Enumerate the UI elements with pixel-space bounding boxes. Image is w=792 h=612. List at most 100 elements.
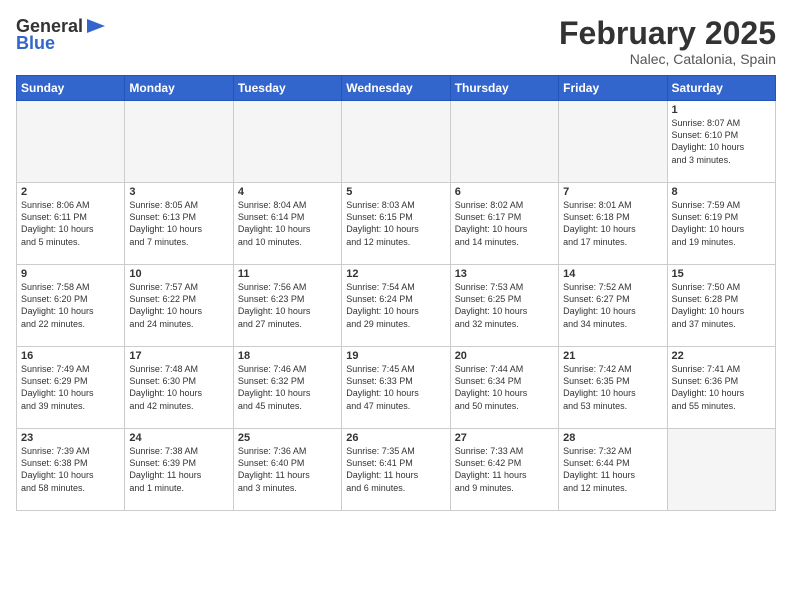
day-info: Sunrise: 7:57 AM Sunset: 6:22 PM Dayligh… [129,281,228,330]
calendar-day-cell: 9Sunrise: 7:58 AM Sunset: 6:20 PM Daylig… [17,265,125,347]
day-number: 1 [672,104,771,116]
day-number: 10 [129,268,228,280]
day-number: 23 [21,432,120,444]
calendar-day-cell: 26Sunrise: 7:35 AM Sunset: 6:41 PM Dayli… [342,429,450,511]
calendar-day-cell: 5Sunrise: 8:03 AM Sunset: 6:15 PM Daylig… [342,183,450,265]
day-info: Sunrise: 7:42 AM Sunset: 6:35 PM Dayligh… [563,363,662,412]
calendar-day-cell: 24Sunrise: 7:38 AM Sunset: 6:39 PM Dayli… [125,429,233,511]
day-number: 15 [672,268,771,280]
calendar-day-cell: 27Sunrise: 7:33 AM Sunset: 6:42 PM Dayli… [450,429,558,511]
day-info: Sunrise: 7:44 AM Sunset: 6:34 PM Dayligh… [455,363,554,412]
calendar-day-cell [450,101,558,183]
day-info: Sunrise: 7:35 AM Sunset: 6:41 PM Dayligh… [346,445,445,494]
day-info: Sunrise: 7:49 AM Sunset: 6:29 PM Dayligh… [21,363,120,412]
col-friday: Friday [559,76,667,101]
calendar-day-cell: 17Sunrise: 7:48 AM Sunset: 6:30 PM Dayli… [125,347,233,429]
calendar-week-row: 23Sunrise: 7:39 AM Sunset: 6:38 PM Dayli… [17,429,776,511]
day-number: 24 [129,432,228,444]
calendar-day-cell: 12Sunrise: 7:54 AM Sunset: 6:24 PM Dayli… [342,265,450,347]
day-info: Sunrise: 7:53 AM Sunset: 6:25 PM Dayligh… [455,281,554,330]
day-info: Sunrise: 8:06 AM Sunset: 6:11 PM Dayligh… [21,199,120,248]
calendar-day-cell: 15Sunrise: 7:50 AM Sunset: 6:28 PM Dayli… [667,265,775,347]
day-info: Sunrise: 7:33 AM Sunset: 6:42 PM Dayligh… [455,445,554,494]
day-info: Sunrise: 7:38 AM Sunset: 6:39 PM Dayligh… [129,445,228,494]
day-info: Sunrise: 7:52 AM Sunset: 6:27 PM Dayligh… [563,281,662,330]
day-info: Sunrise: 7:36 AM Sunset: 6:40 PM Dayligh… [238,445,337,494]
calendar-day-cell [17,101,125,183]
day-info: Sunrise: 8:07 AM Sunset: 6:10 PM Dayligh… [672,117,771,166]
day-number: 4 [238,186,337,198]
calendar-day-cell: 19Sunrise: 7:45 AM Sunset: 6:33 PM Dayli… [342,347,450,429]
day-info: Sunrise: 8:02 AM Sunset: 6:17 PM Dayligh… [455,199,554,248]
day-number: 21 [563,350,662,362]
day-number: 27 [455,432,554,444]
day-number: 11 [238,268,337,280]
col-tuesday: Tuesday [233,76,341,101]
day-number: 18 [238,350,337,362]
calendar-day-cell: 20Sunrise: 7:44 AM Sunset: 6:34 PM Dayli… [450,347,558,429]
calendar-day-cell: 4Sunrise: 8:04 AM Sunset: 6:14 PM Daylig… [233,183,341,265]
month-title: February 2025 [559,16,776,51]
day-number: 7 [563,186,662,198]
day-number: 26 [346,432,445,444]
calendar-day-cell: 16Sunrise: 7:49 AM Sunset: 6:29 PM Dayli… [17,347,125,429]
day-info: Sunrise: 7:56 AM Sunset: 6:23 PM Dayligh… [238,281,337,330]
page: General Blue February 2025 Nalec, Catalo… [0,0,792,612]
calendar-day-cell: 7Sunrise: 8:01 AM Sunset: 6:18 PM Daylig… [559,183,667,265]
calendar-day-cell: 3Sunrise: 8:05 AM Sunset: 6:13 PM Daylig… [125,183,233,265]
day-info: Sunrise: 7:39 AM Sunset: 6:38 PM Dayligh… [21,445,120,494]
calendar-day-cell [667,429,775,511]
col-sunday: Sunday [17,76,125,101]
calendar-day-cell: 25Sunrise: 7:36 AM Sunset: 6:40 PM Dayli… [233,429,341,511]
col-thursday: Thursday [450,76,558,101]
day-number: 6 [455,186,554,198]
calendar-day-cell: 21Sunrise: 7:42 AM Sunset: 6:35 PM Dayli… [559,347,667,429]
day-info: Sunrise: 7:58 AM Sunset: 6:20 PM Dayligh… [21,281,120,330]
header: General Blue February 2025 Nalec, Catalo… [16,16,776,67]
calendar-day-cell [559,101,667,183]
day-info: Sunrise: 7:50 AM Sunset: 6:28 PM Dayligh… [672,281,771,330]
day-number: 20 [455,350,554,362]
calendar-day-cell: 18Sunrise: 7:46 AM Sunset: 6:32 PM Dayli… [233,347,341,429]
calendar-day-cell: 2Sunrise: 8:06 AM Sunset: 6:11 PM Daylig… [17,183,125,265]
col-saturday: Saturday [667,76,775,101]
calendar-week-row: 9Sunrise: 7:58 AM Sunset: 6:20 PM Daylig… [17,265,776,347]
calendar-day-cell: 6Sunrise: 8:02 AM Sunset: 6:17 PM Daylig… [450,183,558,265]
calendar-day-cell: 11Sunrise: 7:56 AM Sunset: 6:23 PM Dayli… [233,265,341,347]
col-monday: Monday [125,76,233,101]
day-number: 12 [346,268,445,280]
calendar-week-row: 2Sunrise: 8:06 AM Sunset: 6:11 PM Daylig… [17,183,776,265]
day-info: Sunrise: 8:01 AM Sunset: 6:18 PM Dayligh… [563,199,662,248]
day-number: 19 [346,350,445,362]
day-number: 13 [455,268,554,280]
logo-flag-icon [85,17,107,35]
day-info: Sunrise: 7:41 AM Sunset: 6:36 PM Dayligh… [672,363,771,412]
day-info: Sunrise: 7:45 AM Sunset: 6:33 PM Dayligh… [346,363,445,412]
calendar-day-cell: 1Sunrise: 8:07 AM Sunset: 6:10 PM Daylig… [667,101,775,183]
day-info: Sunrise: 7:54 AM Sunset: 6:24 PM Dayligh… [346,281,445,330]
calendar-day-cell: 28Sunrise: 7:32 AM Sunset: 6:44 PM Dayli… [559,429,667,511]
calendar-day-cell: 23Sunrise: 7:39 AM Sunset: 6:38 PM Dayli… [17,429,125,511]
day-number: 2 [21,186,120,198]
title-block: February 2025 Nalec, Catalonia, Spain [559,16,776,67]
day-info: Sunrise: 7:32 AM Sunset: 6:44 PM Dayligh… [563,445,662,494]
calendar-day-cell: 8Sunrise: 7:59 AM Sunset: 6:19 PM Daylig… [667,183,775,265]
day-number: 17 [129,350,228,362]
day-number: 5 [346,186,445,198]
calendar-day-cell [125,101,233,183]
day-info: Sunrise: 7:59 AM Sunset: 6:19 PM Dayligh… [672,199,771,248]
day-number: 22 [672,350,771,362]
day-number: 28 [563,432,662,444]
day-number: 14 [563,268,662,280]
col-wednesday: Wednesday [342,76,450,101]
calendar-week-row: 16Sunrise: 7:49 AM Sunset: 6:29 PM Dayli… [17,347,776,429]
day-info: Sunrise: 8:05 AM Sunset: 6:13 PM Dayligh… [129,199,228,248]
day-number: 8 [672,186,771,198]
calendar-day-cell: 22Sunrise: 7:41 AM Sunset: 6:36 PM Dayli… [667,347,775,429]
calendar-day-cell: 13Sunrise: 7:53 AM Sunset: 6:25 PM Dayli… [450,265,558,347]
day-info: Sunrise: 7:48 AM Sunset: 6:30 PM Dayligh… [129,363,228,412]
logo: General Blue [16,16,107,54]
location: Nalec, Catalonia, Spain [559,51,776,67]
calendar-header-row: Sunday Monday Tuesday Wednesday Thursday… [17,76,776,101]
calendar-week-row: 1Sunrise: 8:07 AM Sunset: 6:10 PM Daylig… [17,101,776,183]
